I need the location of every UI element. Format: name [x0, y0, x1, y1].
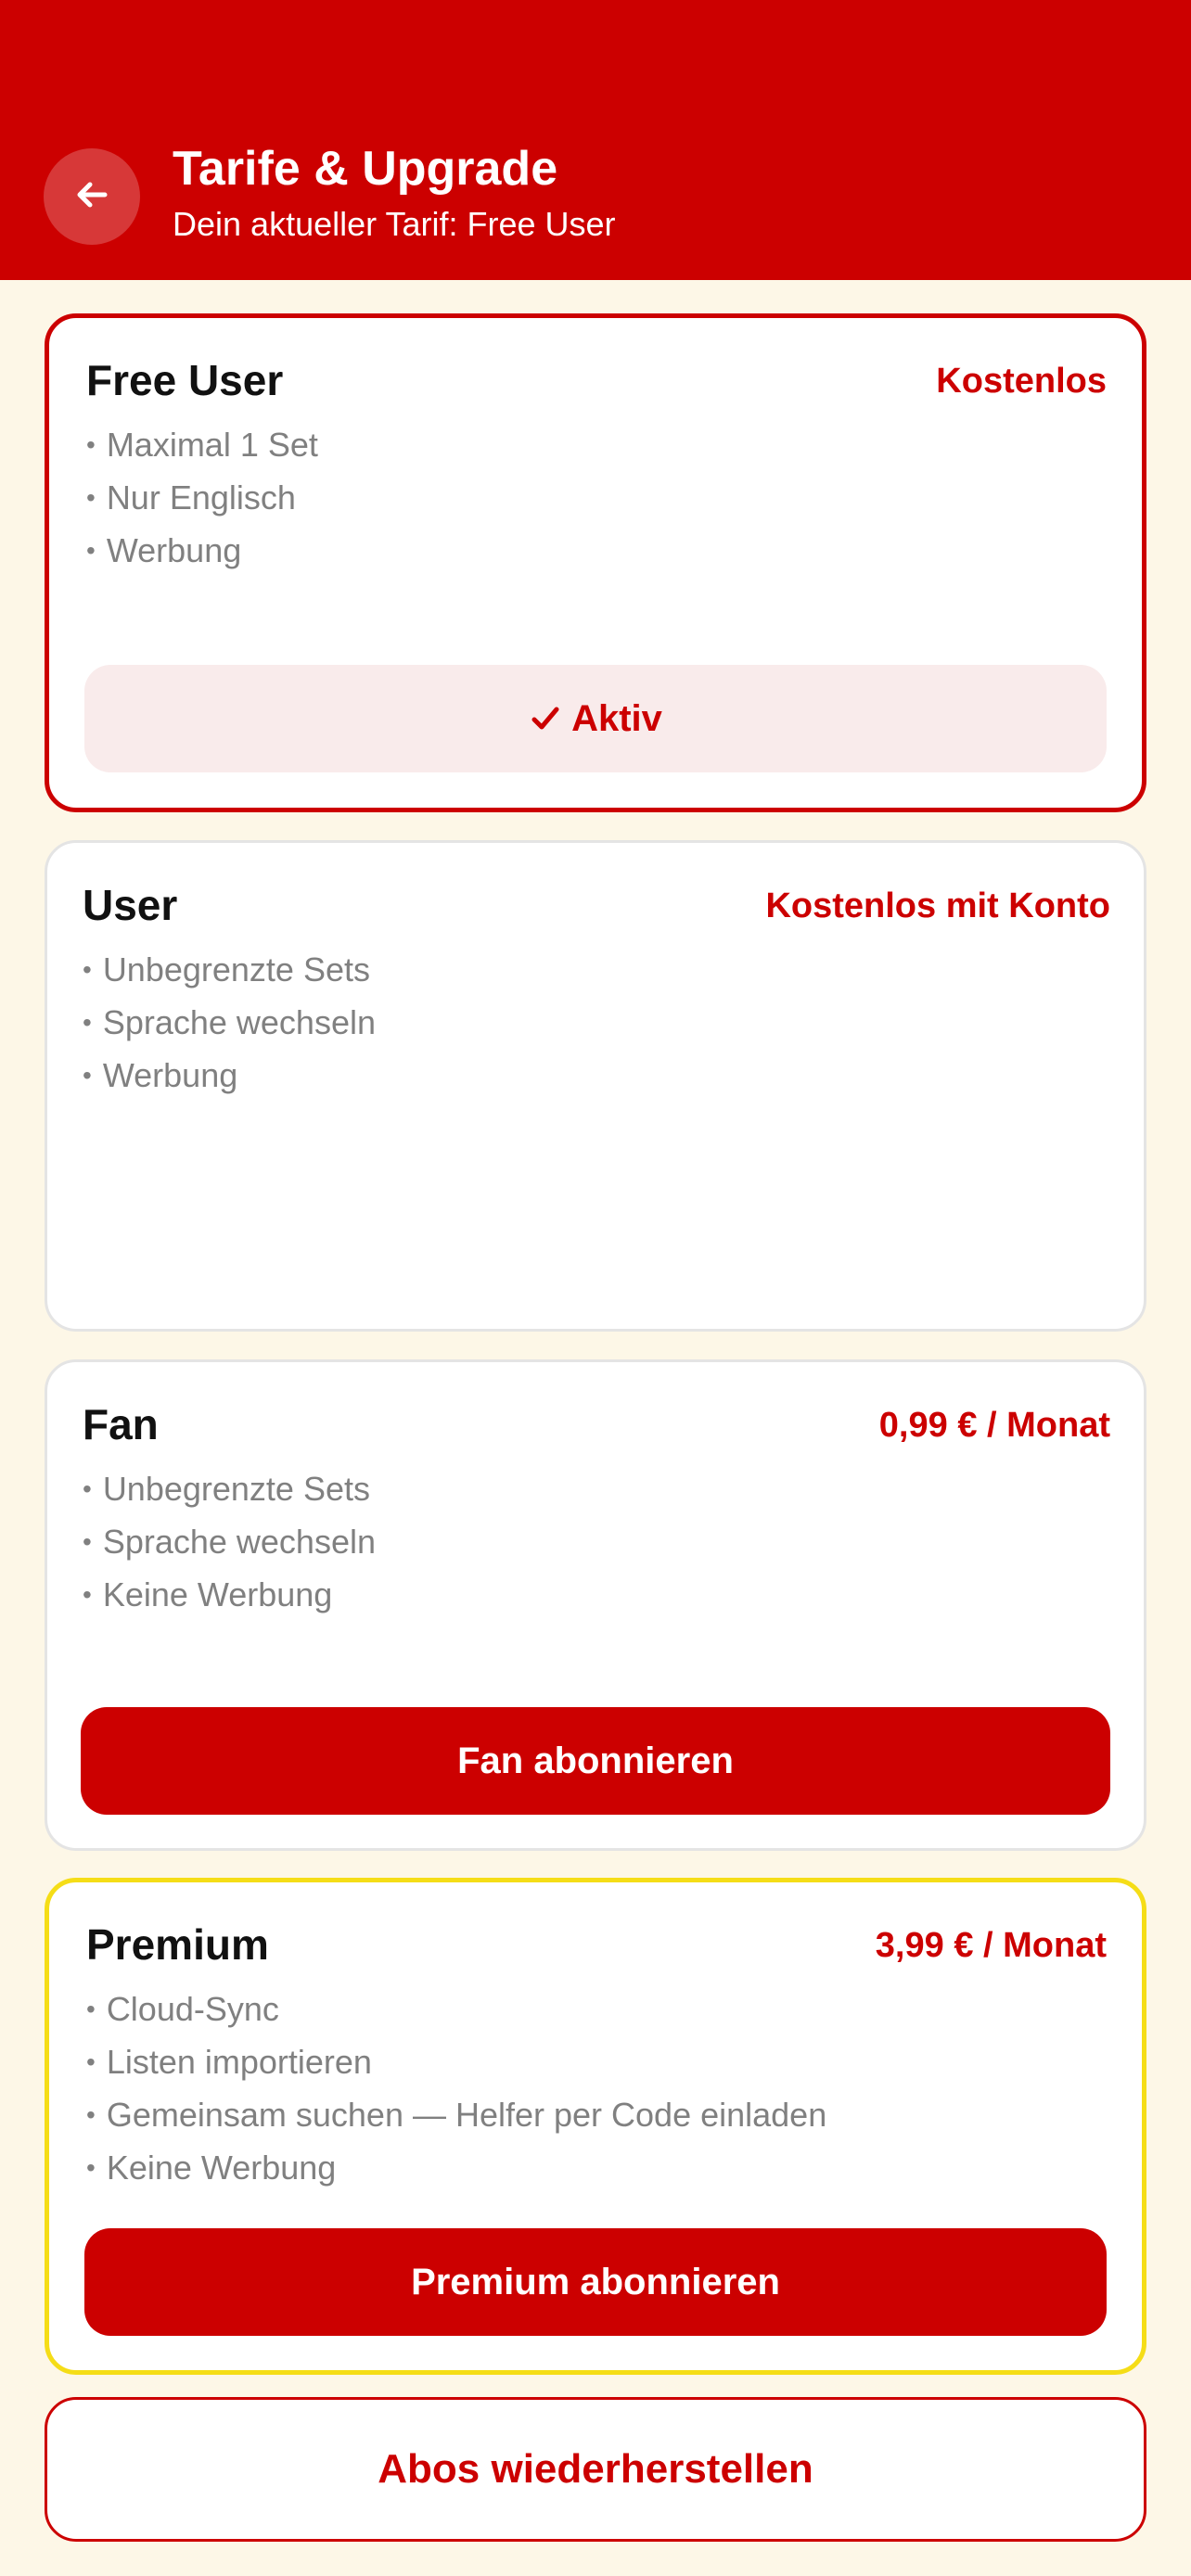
feature-item: Sprache wechseln: [83, 998, 376, 1051]
plan-price: Kostenlos: [936, 362, 1107, 401]
plan-name: User: [83, 881, 178, 929]
subscribe-fan-button[interactable]: Fan abonnieren: [81, 1707, 1110, 1815]
feature-item: Cloud-Sync: [86, 1984, 826, 2037]
current-plan-subtitle: Dein aktueller Tarif: Free User: [173, 205, 616, 243]
active-status-badge: Aktiv: [84, 665, 1107, 772]
feature-item: Maximal 1 Set: [86, 420, 318, 473]
arrow-left-icon: [71, 174, 112, 220]
plan-name: Premium: [86, 1920, 269, 1969]
restore-purchases-button[interactable]: Abos wiederherstellen: [45, 2397, 1146, 2542]
plan-card-premium: Premium 3,99 € / Monat Cloud-Sync Listen…: [45, 1878, 1146, 2375]
page-title: Tarife & Upgrade: [173, 142, 558, 196]
feature-item: Unbegrenzte Sets: [83, 1464, 376, 1517]
plan-price: 0,99 € / Monat: [878, 1406, 1110, 1445]
plan-price: Kostenlos mit Konto: [765, 886, 1110, 925]
subscribe-premium-button[interactable]: Premium abonnieren: [84, 2228, 1107, 2336]
plan-name: Fan: [83, 1400, 159, 1448]
feature-item: Keine Werbung: [86, 2143, 826, 2196]
plan-card-fan: Fan 0,99 € / Monat Unbegrenzte Sets Spra…: [45, 1359, 1146, 1851]
feature-item: Listen importieren: [86, 2037, 826, 2090]
feature-item: Gemeinsam suchen — Helfer per Code einla…: [86, 2090, 826, 2143]
feature-item: Werbung: [83, 1051, 376, 1103]
plan-card-user: User Kostenlos mit Konto Unbegrenzte Set…: [45, 840, 1146, 1332]
feature-item: Nur Englisch: [86, 473, 318, 526]
header-bar: Tarife & Upgrade Dein aktueller Tarif: F…: [0, 0, 1191, 280]
feature-list: Maximal 1 Set Nur Englisch Werbung: [86, 420, 318, 579]
feature-item: Sprache wechseln: [83, 1517, 376, 1570]
feature-item: Unbegrenzte Sets: [83, 945, 376, 998]
feature-item: Werbung: [86, 526, 318, 579]
feature-list: Unbegrenzte Sets Sprache wechseln Werbun…: [83, 945, 376, 1103]
feature-list: Cloud-Sync Listen importieren Gemeinsam …: [86, 1984, 826, 2196]
plan-name: Free User: [86, 356, 284, 404]
feature-item: Keine Werbung: [83, 1570, 376, 1623]
plan-price: 3,99 € / Monat: [875, 1926, 1107, 1965]
active-status-label: Aktiv: [571, 697, 662, 739]
checkmark-icon: [529, 702, 562, 735]
feature-list: Unbegrenzte Sets Sprache wechseln Keine …: [83, 1464, 376, 1623]
back-button[interactable]: [44, 148, 140, 245]
plan-card-free-user: Free User Kostenlos Maximal 1 Set Nur En…: [45, 313, 1146, 812]
